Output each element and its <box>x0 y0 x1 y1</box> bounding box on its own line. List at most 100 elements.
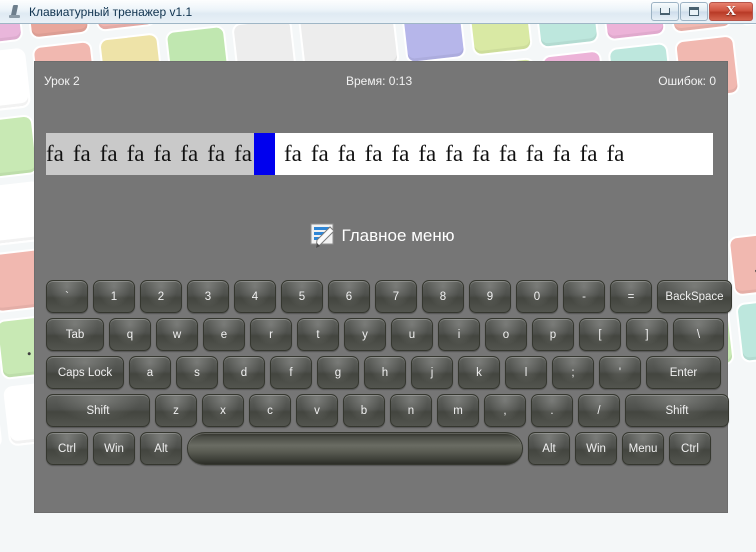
key-4[interactable]: 4 <box>234 280 276 313</box>
text-cursor <box>254 133 275 175</box>
text-chunk: fa <box>579 141 598 166</box>
key-s[interactable]: s <box>176 356 218 389</box>
key-j[interactable]: j <box>411 356 453 389</box>
wallpaper-key <box>0 114 39 181</box>
keyboard-row: ` 1 2 3 4 5 6 7 8 9 0- = BackSpace <box>46 280 732 313</box>
key-z[interactable]: z <box>155 394 197 427</box>
key-ctrl[interactable]: Ctrl <box>669 432 711 465</box>
text-chunk: fa <box>499 141 517 166</box>
key-h[interactable]: h <box>364 356 406 389</box>
typing-line[interactable]: fa fa fa fa fa fa fa fa fa fa fa fa fa fa fa fa fa fa fa f… <box>46 133 713 175</box>
key-v[interactable]: v <box>296 394 338 427</box>
desktop: 6/ШЩ3лEnterарeNю.,12укелролю.хцупб Клави… <box>0 0 756 552</box>
key-m[interactable]: m <box>437 394 479 427</box>
wallpaper-key: / <box>0 20 24 48</box>
key-0[interactable]: 0 <box>516 280 558 313</box>
status-bar: Урок 2 Время: 0:13 Ошибок: 0 <box>35 62 727 100</box>
document-pencil-icon <box>308 222 338 250</box>
key-y[interactable]: y <box>344 318 386 351</box>
key-6[interactable]: 6 <box>328 280 370 313</box>
text-chunk: fa <box>552 141 571 166</box>
key-d[interactable]: d <box>223 356 265 389</box>
key-q[interactable]: q <box>109 318 151 351</box>
main-menu-label: Главное меню <box>341 226 455 245</box>
key-w[interactable]: w <box>156 318 198 351</box>
key-a[interactable]: a <box>129 356 171 389</box>
key-shift[interactable]: Shift <box>46 394 150 427</box>
key-2[interactable]: 2 <box>140 280 182 313</box>
key-e[interactable]: e <box>203 318 245 351</box>
key-u[interactable]: u <box>391 318 433 351</box>
maximize-icon <box>689 7 699 16</box>
key-l[interactable]: l <box>505 356 547 389</box>
text-chunk: fa <box>284 141 302 166</box>
key-1[interactable]: 1 <box>93 280 135 313</box>
key-5[interactable]: 5 <box>281 280 323 313</box>
text-chunk: fa <box>126 141 145 166</box>
key-o[interactable]: o <box>485 318 527 351</box>
wallpaper-key <box>735 296 756 364</box>
key-caps-lock[interactable]: Caps Lock <box>46 356 124 389</box>
text-chunk: fa <box>180 141 199 166</box>
key-k[interactable]: k <box>458 356 500 389</box>
key-win[interactable]: Win <box>93 432 135 465</box>
key-key[interactable]: . <box>531 394 573 427</box>
key-i[interactable]: i <box>438 318 480 351</box>
maximize-button[interactable] <box>680 2 708 21</box>
key-x[interactable]: x <box>202 394 244 427</box>
key-p[interactable]: p <box>532 318 574 351</box>
key-8[interactable]: 8 <box>422 280 464 313</box>
key-r[interactable]: r <box>250 318 292 351</box>
wallpaper-key <box>0 47 32 114</box>
text-chunk: fa <box>46 141 64 166</box>
key-c[interactable]: c <box>249 394 291 427</box>
time-label: Время: 0:13 <box>346 74 413 88</box>
text-chunk: fa <box>391 141 410 166</box>
key-key[interactable]: \ <box>673 318 724 351</box>
text-chunk: fa <box>207 141 226 166</box>
key-t[interactable]: t <box>297 318 339 351</box>
main-menu-button[interactable]: Главное меню <box>35 222 727 250</box>
key-tab[interactable]: Tab <box>46 318 104 351</box>
key-alt[interactable]: Alt <box>528 432 570 465</box>
key-menu[interactable]: Menu <box>622 432 664 465</box>
key-backspace[interactable]: BackSpace <box>657 280 732 313</box>
key-ctrl[interactable]: Ctrl <box>46 432 88 465</box>
key-key[interactable]: ; <box>552 356 594 389</box>
key-f[interactable]: f <box>270 356 312 389</box>
wallpaper-key <box>466 20 534 57</box>
minimize-button[interactable] <box>651 2 679 21</box>
trainer-panel: Урок 2 Время: 0:13 Ошибок: 0 fa fa fa fa fa f… <box>35 62 732 512</box>
key-n[interactable]: n <box>390 394 432 427</box>
key-key[interactable]: ] <box>626 318 668 351</box>
key-g[interactable]: g <box>317 356 359 389</box>
title-bar[interactable]: Клавиатурный тренажер v1.1 X <box>0 0 756 24</box>
key-9[interactable]: 9 <box>469 280 511 313</box>
close-icon: X <box>725 3 737 19</box>
key-key[interactable]: ` <box>46 280 88 313</box>
errors-label: Ошибок: 0 <box>658 74 716 88</box>
text-chunk: fa <box>153 141 172 166</box>
key-alt[interactable]: Alt <box>140 432 182 465</box>
key-key[interactable]: = <box>610 280 652 313</box>
key-key[interactable]: [ <box>579 318 621 351</box>
typed-text: fa fa fa fa fa fa fa fa <box>46 133 254 175</box>
key-key[interactable]: / <box>578 394 620 427</box>
key-shift[interactable]: Shift <box>625 394 729 427</box>
key-7[interactable]: 7 <box>375 280 417 313</box>
key-b[interactable]: b <box>343 394 385 427</box>
key-key[interactable]: - <box>563 280 605 313</box>
key-win[interactable]: Win <box>575 432 617 465</box>
minimize-icon <box>660 8 670 15</box>
key-key[interactable]: ' <box>599 356 641 389</box>
text-chunk: fa <box>310 141 329 166</box>
text-chunk: fa <box>472 141 490 166</box>
text-chunk: fa <box>525 141 544 166</box>
close-button[interactable]: X <box>709 2 753 21</box>
key-enter[interactable]: Enter <box>646 356 721 389</box>
keyboard-row: Caps Lock a s d f g h j k l; ' Enter <box>46 356 721 389</box>
key-key[interactable]: , <box>484 394 526 427</box>
key-3[interactable]: 3 <box>187 280 229 313</box>
key-space[interactable] <box>187 432 523 465</box>
window-controls: X <box>651 2 753 21</box>
